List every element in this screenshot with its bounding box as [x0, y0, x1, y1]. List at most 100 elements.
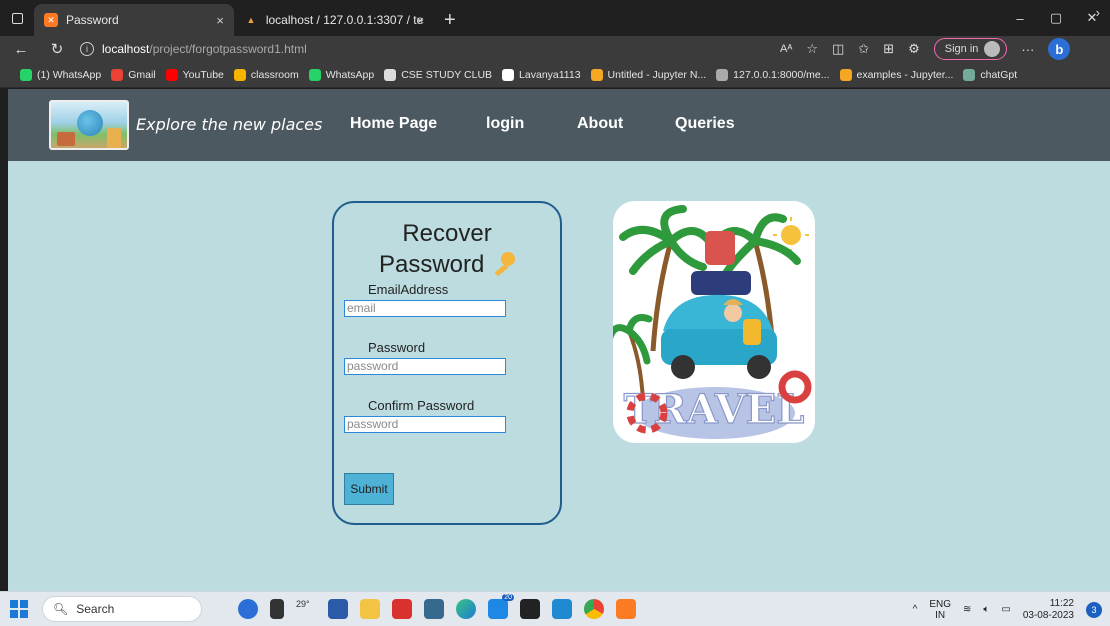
bookmark-label: Untitled - Jupyter N... [607, 68, 707, 81]
more-menu-button[interactable]: ··· [1021, 42, 1034, 57]
bookmark-item[interactable]: classroom [233, 68, 299, 81]
bookmark-label: WhatsApp [325, 68, 375, 81]
email-field[interactable]: email [344, 300, 506, 317]
bookmark-item[interactable]: WhatsApp [308, 68, 375, 81]
clock-date: 03-08-2023 [1022, 609, 1074, 621]
mail-icon[interactable]: 20 [488, 594, 514, 619]
mail-badge: 20 [502, 594, 514, 601]
tab-password[interactable]: ✕ Password × [34, 4, 234, 36]
refresh-button[interactable]: ↻ [44, 40, 70, 58]
lang-bottom: IN [935, 609, 946, 621]
task-view-icon[interactable] [270, 599, 284, 619]
nav-home-link[interactable]: Home Page [350, 115, 437, 133]
back-button[interactable]: ← [8, 41, 34, 58]
vscode-icon[interactable] [552, 599, 572, 619]
battery-icon[interactable]: ▭ [1001, 604, 1010, 615]
bookmark-label: 127.0.0.1:8000/me... [733, 68, 830, 81]
search-icon: 🔍︎ [53, 602, 69, 616]
bookmark-favicon-icon [233, 68, 246, 81]
bing-copilot-icon[interactable]: b [1048, 38, 1071, 60]
travel-illustration: TRAVEL [613, 205, 812, 439]
file-explorer-icon[interactable] [360, 599, 380, 619]
confirm-password-field[interactable]: password [344, 416, 506, 433]
submit-button[interactable]: Submit [344, 473, 394, 505]
extensions-icon[interactable]: ⚙ [908, 41, 920, 57]
nav-login-link[interactable]: login [486, 115, 524, 133]
minimize-button[interactable]: – [1002, 0, 1038, 36]
bookmark-label: Lavanya1113 [519, 68, 581, 81]
key-icon [491, 252, 516, 277]
bookmark-favicon-icon [384, 68, 397, 81]
bookmark-label: (1) WhatsApp [37, 68, 102, 81]
mysql-workbench-icon[interactable] [424, 599, 444, 619]
site-info-icon[interactable]: i [80, 42, 94, 56]
bookmark-item[interactable]: chatGpt [963, 68, 1017, 81]
restore-button[interactable]: ▢ [1038, 0, 1074, 36]
web-page: Explore the new places Home Page login A… [8, 89, 1110, 591]
new-tab-button[interactable]: + [434, 4, 466, 36]
bookmark-favicon-icon [308, 68, 321, 81]
bookmark-label: YouTube [182, 68, 224, 81]
site-navbar: Explore the new places Home Page login A… [8, 89, 1110, 161]
bookmark-favicon-icon [839, 68, 852, 81]
read-aloud-icon[interactable]: Aᴬ [780, 43, 792, 55]
xampp-icon[interactable] [616, 599, 636, 619]
bookmark-favicon-icon [716, 68, 729, 81]
tab-title: localhost / 127.0.0.1:3307 / test / [265, 13, 424, 27]
wps-office-icon[interactable] [392, 599, 412, 619]
bookmarks-bar: (1) WhatsApp Gmail YouTube classroom WhatsAp… [0, 62, 1110, 88]
tab-phpmyadmin[interactable]: ▲ localhost / 127.0.0.1:3307 / test / × [234, 4, 434, 36]
bookmark-item[interactable]: (1) WhatsApp [20, 68, 102, 81]
volume-icon[interactable]: 🔈︎ [983, 604, 989, 615]
bookmark-item[interactable]: Untitled - Jupyter N... [590, 68, 707, 81]
form-title: Recover Password [334, 218, 560, 280]
taskbar-search-label: Search [76, 602, 115, 616]
travel-logo-image [49, 100, 129, 150]
language-indicator[interactable]: ENG IN [929, 599, 951, 621]
bookmarks-more-icon[interactable]: › [1096, 5, 1100, 20]
bookmark-item[interactable]: CSE STUDY CLUB [384, 68, 492, 81]
favorite-star-icon[interactable]: ☆ [806, 41, 818, 57]
avatar-icon [984, 41, 1001, 57]
email-label: EmailAddress [368, 282, 449, 297]
favorites-icon[interactable]: ✩ [858, 41, 869, 57]
tab-close-icon[interactable]: × [216, 13, 224, 28]
bookmark-label: Gmail [128, 68, 156, 81]
weather-icon[interactable]: 29° [296, 599, 316, 619]
taskbar-search[interactable]: 🔍︎ Search [42, 596, 202, 622]
url-field[interactable]: i localhost /project/forgotpassword1.htm… [80, 38, 770, 60]
wifi-icon[interactable]: ≋ [963, 604, 971, 615]
toolbar-right: Aᴬ ☆ ◫ ✩ ⊞ ⚙ Sign in ··· b [780, 38, 1071, 60]
poster-text: TRAVEL [624, 386, 805, 433]
windows-taskbar: 🔍︎ Search 29° 20 ^ ENG IN ≋ 🔈︎ ▭ 11:22 0… [0, 591, 1110, 626]
bookmark-item[interactable]: examples - Jupyter... [839, 68, 953, 81]
bookmark-label: classroom [250, 68, 299, 81]
password-field[interactable]: password [344, 358, 506, 375]
form-title-line2: Password [378, 251, 485, 278]
start-button[interactable] [10, 600, 28, 618]
sign-in-label: Sign in [944, 43, 979, 55]
bing-taskbar-icon[interactable] [238, 599, 258, 619]
sign-in-button[interactable]: Sign in [933, 38, 1008, 60]
weather-temp: 29° [296, 599, 310, 609]
split-screen-icon[interactable]: ◫ [832, 41, 844, 57]
nav-queries-link[interactable]: Queries [675, 115, 735, 133]
collections-icon[interactable]: ⊞ [883, 41, 894, 57]
store-icon[interactable] [328, 599, 348, 619]
nav-about-link[interactable]: About [577, 115, 623, 133]
url-path: /project/forgotpassword1.html [149, 42, 307, 56]
bookmark-item[interactable]: 127.0.0.1:8000/me... [716, 68, 830, 81]
tray-chevron-icon[interactable]: ^ [913, 604, 918, 615]
bookmark-item[interactable]: Lavanya1113 [502, 68, 581, 81]
bookmark-item[interactable]: Gmail [111, 68, 156, 81]
tab-close-icon[interactable]: × [416, 13, 424, 28]
close-window-button[interactable]: ✕ [1074, 0, 1110, 36]
notification-badge[interactable]: 3 [1086, 601, 1102, 618]
clock[interactable]: 11:22 03-08-2023 [1023, 598, 1074, 622]
tab-actions-icon[interactable] [0, 0, 34, 36]
bookmark-item[interactable]: YouTube [165, 68, 224, 81]
terminal-icon[interactable] [520, 599, 540, 619]
chrome-icon[interactable] [584, 599, 604, 619]
edge-browser-icon[interactable] [456, 599, 476, 619]
bookmark-favicon-icon [590, 68, 603, 81]
